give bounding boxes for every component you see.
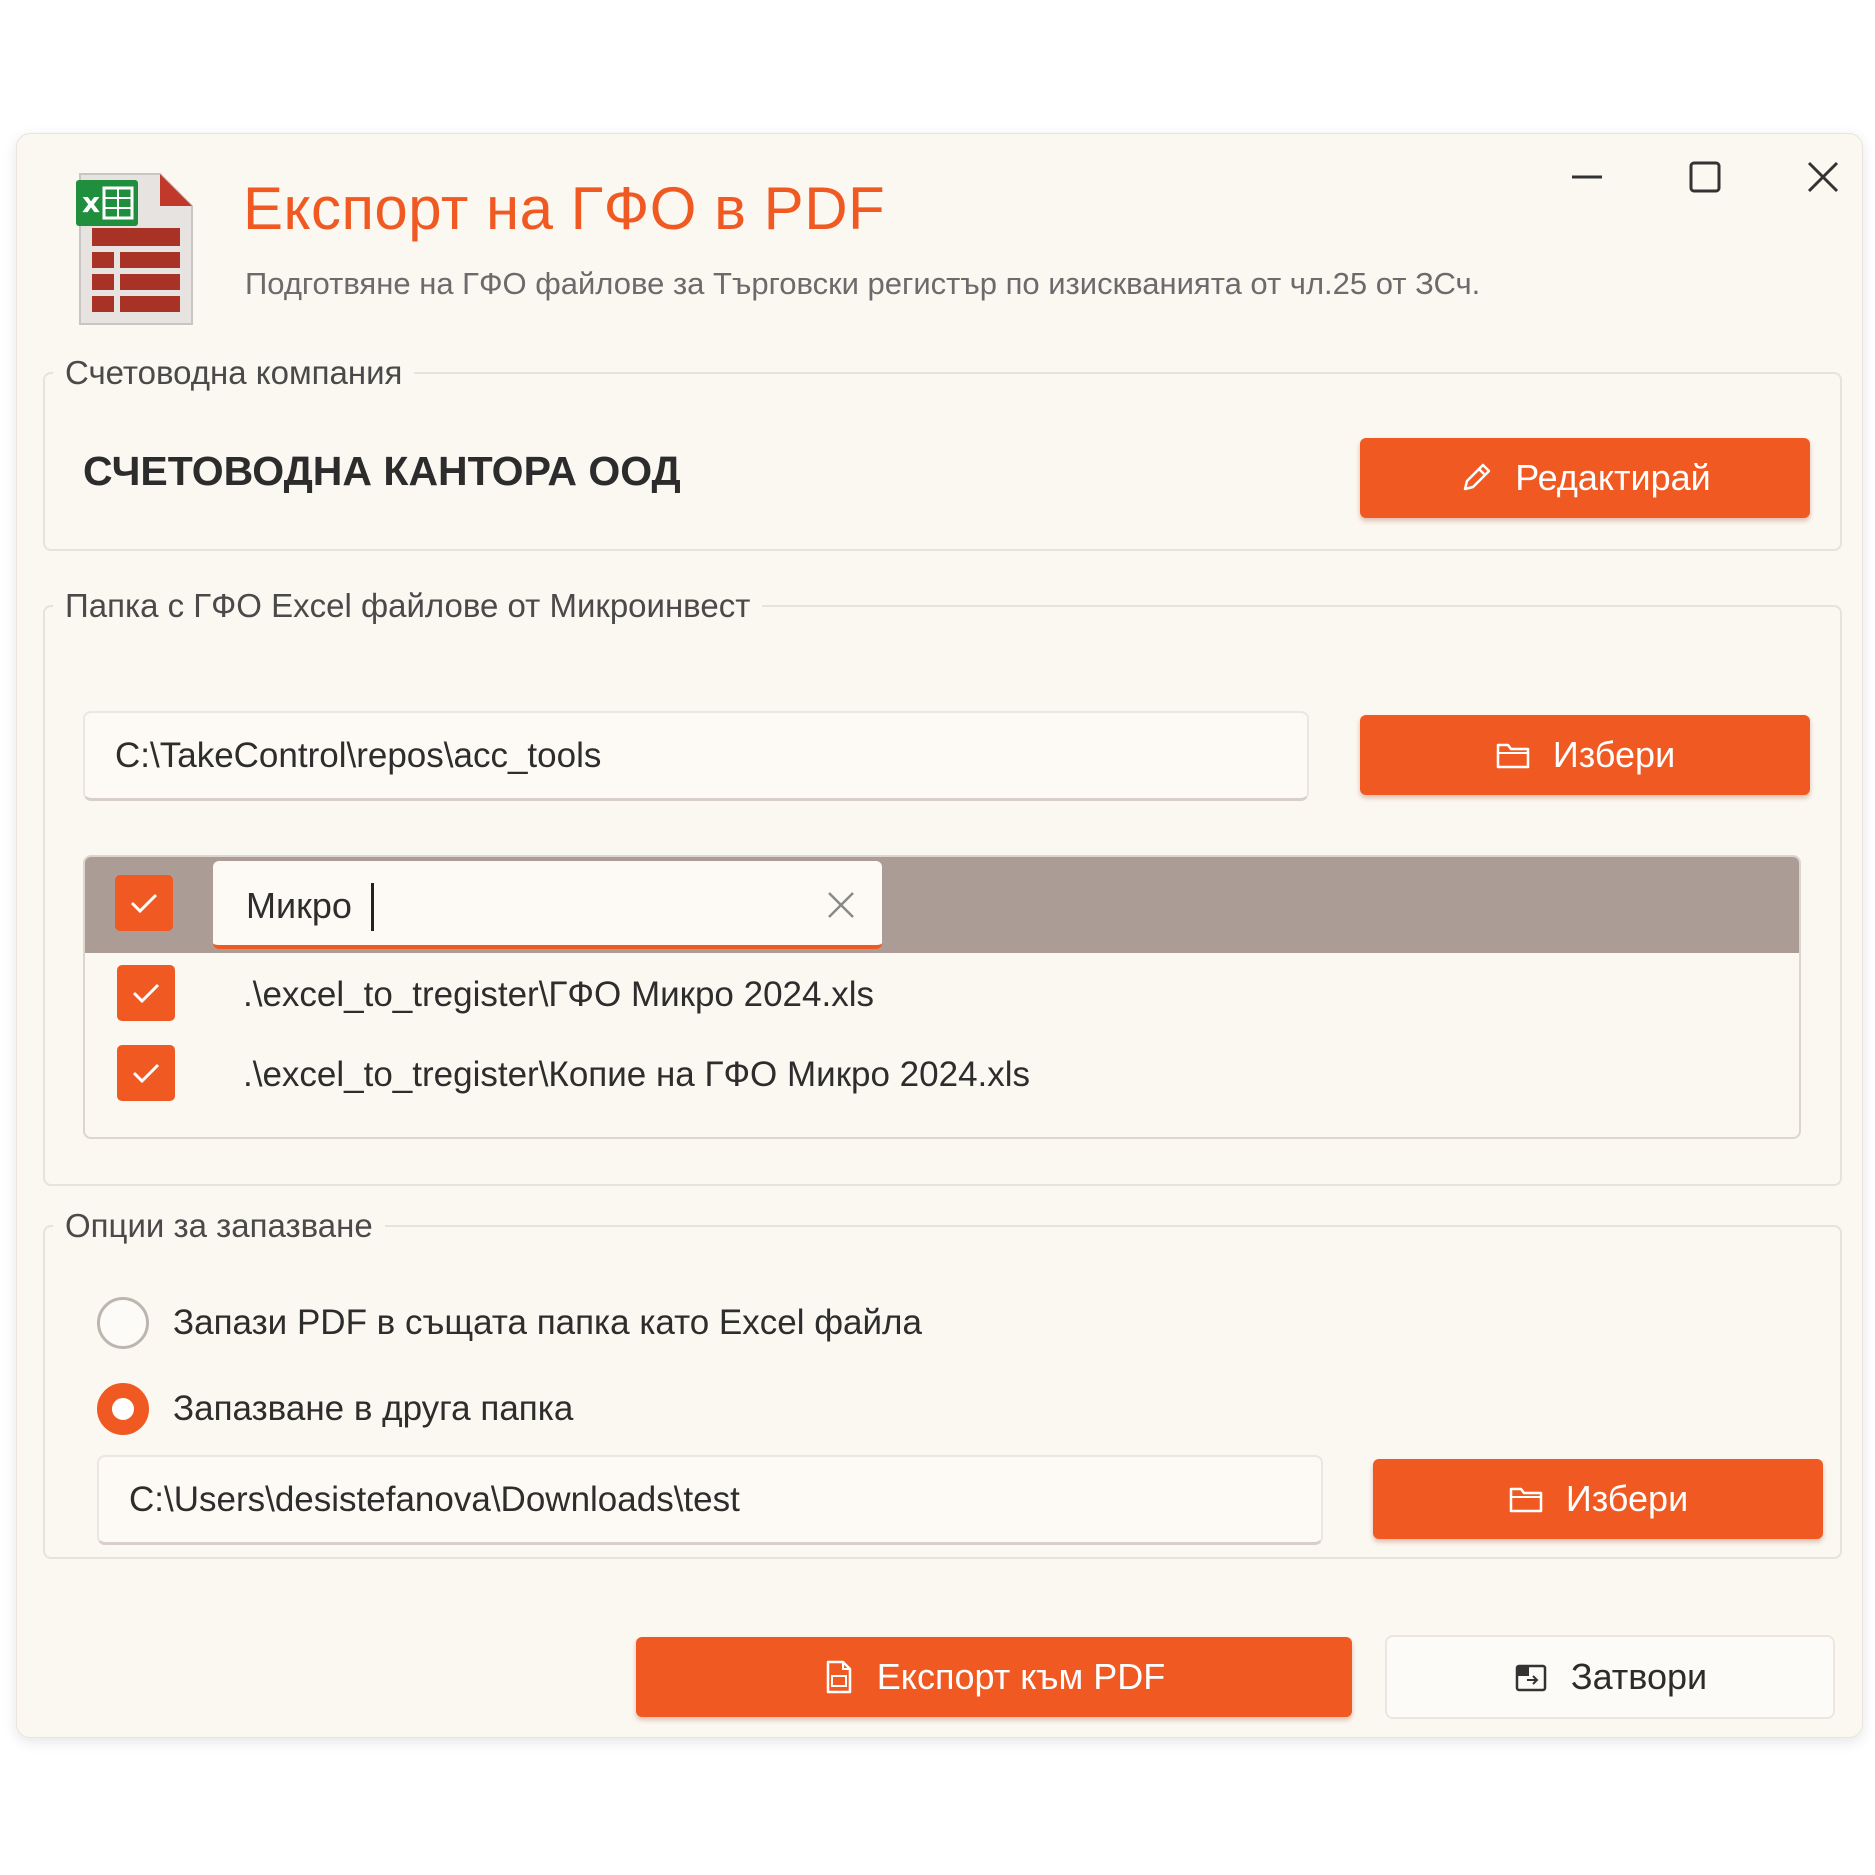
clear-filter-icon[interactable] xyxy=(823,887,859,923)
close-label: Затвори xyxy=(1570,1656,1708,1697)
file-row[interactable]: .\excel_to_tregister\Копие на ГФО Микро … xyxy=(85,1037,1799,1113)
checkmark-icon xyxy=(132,983,160,1004)
company-group: Счетоводна компания СЧЕТОВОДНА КАНТОРА О… xyxy=(43,354,1842,551)
source-folder-input[interactable]: C:\TakeControl\repos\acc_tools xyxy=(83,711,1309,801)
pdf-document-icon xyxy=(826,1660,852,1694)
close-icon xyxy=(1807,161,1839,193)
file-list: Микро .\excel_to_tregister\ГФО Микро 202… xyxy=(83,855,1801,1139)
select-all-checkbox[interactable] xyxy=(115,875,173,931)
minimize-button[interactable] xyxy=(1557,152,1617,202)
browse-source-button[interactable]: Избери xyxy=(1360,715,1810,795)
file-name: .\excel_to_tregister\Копие на ГФО Микро … xyxy=(243,1055,1031,1094)
file-name: .\excel_to_tregister\ГФО Микро 2024.xls xyxy=(243,975,874,1014)
company-group-legend: Счетоводна компания xyxy=(65,354,403,391)
app-window: x Експорт на ГФО в PDF Подготвяне на ГФО… xyxy=(16,133,1863,1738)
folder-icon xyxy=(1509,1487,1543,1513)
edit-company-button[interactable]: Редактирай xyxy=(1360,438,1810,518)
exit-icon xyxy=(1515,1664,1547,1692)
source-folder-group: Папка с ГФО Excel файлове от Микроинвест… xyxy=(43,587,1842,1186)
export-pdf-button[interactable]: Експорт към PDF xyxy=(636,1637,1352,1717)
close-window-button[interactable] xyxy=(1793,152,1853,202)
file-row[interactable]: .\excel_to_tregister\ГФО Микро 2024.xls xyxy=(85,957,1799,1033)
folder-icon xyxy=(1496,743,1530,769)
radio-same-folder[interactable] xyxy=(97,1297,149,1349)
svg-text:x: x xyxy=(82,186,100,219)
app-subtitle: Подготвяне на ГФО файлове за Търговски р… xyxy=(245,266,1481,301)
maximize-button[interactable] xyxy=(1675,152,1735,202)
output-folder-input[interactable]: C:\Users\desistefanova\Downloads\test xyxy=(97,1455,1323,1545)
source-folder-legend: Папка с ГФО Excel файлове от Микроинвест xyxy=(65,587,751,624)
file-checkbox[interactable] xyxy=(117,1045,175,1101)
checkmark-icon xyxy=(132,1063,160,1084)
browse-output-label: Избери xyxy=(1565,1478,1689,1519)
checkmark-icon xyxy=(130,893,158,914)
radio-other-folder-label[interactable]: Запазване в друга папка xyxy=(173,1389,573,1429)
save-options-group: Опции за запазване Запази PDF в същата п… xyxy=(43,1207,1842,1559)
excel-table-icon: x xyxy=(64,158,209,328)
company-name: СЧЕТОВОДНА КАНТОРА ООД xyxy=(83,448,681,494)
text-caret xyxy=(371,883,374,931)
pencil-icon xyxy=(1463,463,1491,491)
minimize-icon xyxy=(1572,175,1602,179)
filter-input[interactable]: Микро xyxy=(213,861,882,949)
close-button[interactable]: Затвори xyxy=(1385,1635,1835,1719)
filter-text: Микро xyxy=(246,885,352,926)
save-options-legend: Опции за запазване xyxy=(65,1207,373,1244)
edit-company-label: Редактирай xyxy=(1515,457,1711,498)
app-title: Експорт на ГФО в PDF xyxy=(243,175,886,242)
radio-same-folder-label[interactable]: Запази PDF в същата папка като Excel фай… xyxy=(173,1303,922,1343)
export-pdf-label: Експорт към PDF xyxy=(876,1656,1166,1697)
file-list-header: Микро xyxy=(85,857,1799,953)
file-checkbox[interactable] xyxy=(117,965,175,1021)
browse-source-label: Избери xyxy=(1552,734,1676,775)
browse-output-button[interactable]: Избери xyxy=(1373,1459,1823,1539)
maximize-icon xyxy=(1689,161,1721,193)
radio-other-folder[interactable] xyxy=(97,1383,149,1435)
